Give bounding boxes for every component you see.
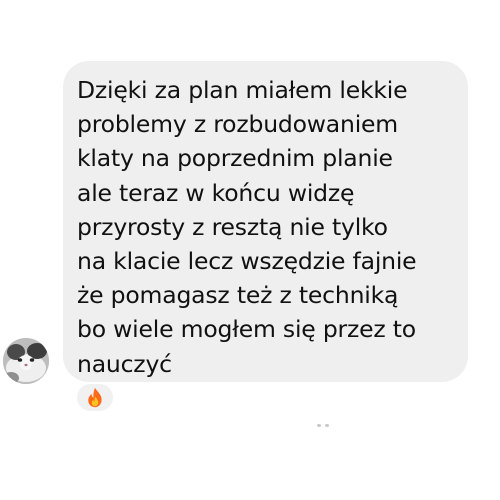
message-line: klaty na poprzednim planie — [77, 144, 393, 173]
dot — [325, 424, 329, 427]
message-line: problemy z rozbudowaniem — [77, 110, 398, 139]
cat-avatar-image — [3, 338, 49, 384]
message-line: Dzięki za plan miałem lekkie — [77, 76, 408, 104]
message-line: że pomagasz też z techniką — [77, 281, 399, 310]
message-line: na klacie lecz wszędzie fajnie — [77, 247, 417, 276]
message-line: przyrosty z resztą nie tylko — [77, 212, 388, 241]
fire-icon — [88, 387, 102, 408]
seen-indicator-dots — [317, 424, 335, 428]
sender-avatar[interactable] — [3, 338, 49, 384]
message-line: bo wiele mogłem się przez to — [77, 315, 416, 344]
chat-view: Dzięki za plan miałem lekkie problemy z … — [0, 0, 500, 500]
dot — [317, 424, 321, 427]
message-bubble[interactable]: Dzięki za plan miałem lekkie problemy z … — [63, 61, 468, 382]
message-line: nauczyć — [77, 349, 172, 378]
message-line: ale teraz w końcu widzę — [77, 178, 355, 207]
reaction-badge[interactable] — [75, 382, 115, 413]
